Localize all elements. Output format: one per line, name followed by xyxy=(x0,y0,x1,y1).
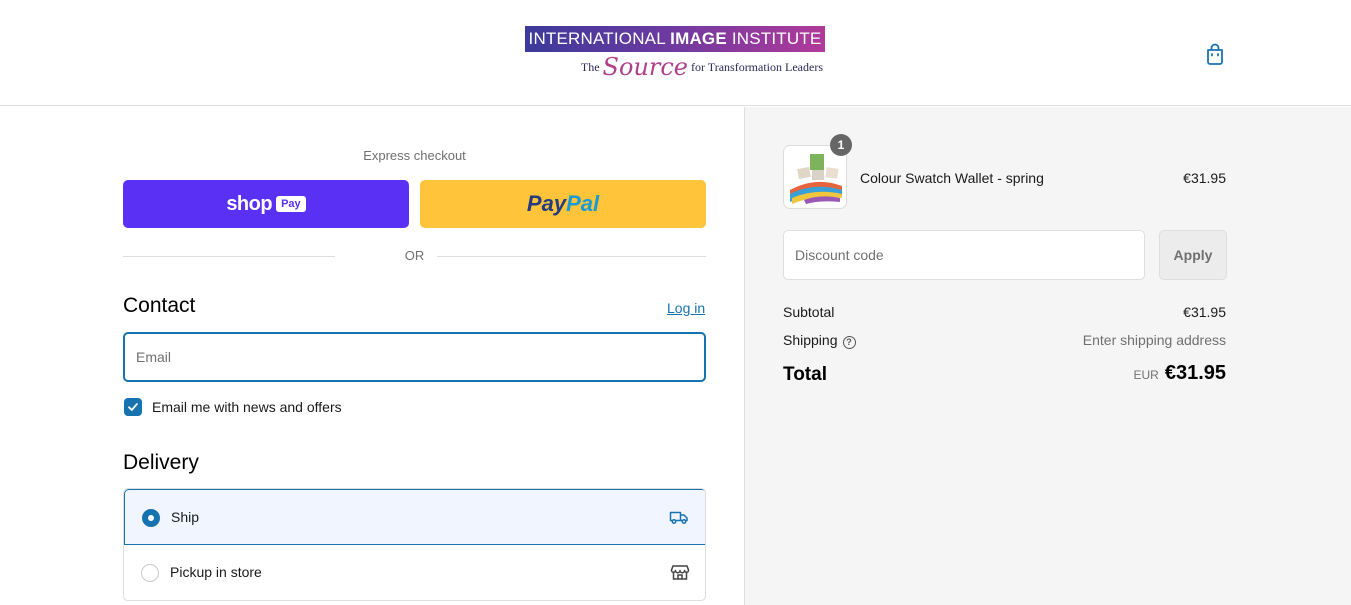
store-icon xyxy=(670,565,690,580)
contact-heading: Contact xyxy=(123,294,196,317)
total-value: €31.95 xyxy=(1164,362,1226,384)
delivery-option-pickup[interactable]: Pickup in store xyxy=(124,545,705,600)
apply-discount-button[interactable]: Apply xyxy=(1159,230,1227,280)
delivery-heading: Delivery xyxy=(123,451,199,474)
paypal-button[interactable]: Pay Pal xyxy=(420,180,706,228)
email-field[interactable] xyxy=(123,332,706,382)
shipping-label: Shipping xyxy=(783,332,838,348)
delivery-options: Ship Pickup in store xyxy=(123,488,706,601)
logo-title: INTERNATIONAL IMAGE INSTITUTE xyxy=(525,26,825,52)
total-label: Total xyxy=(783,364,827,385)
ship-label: Ship xyxy=(171,509,200,525)
paypal-wordmark-pal: Pal xyxy=(566,191,600,216)
shipping-row: Shipping? xyxy=(783,332,856,349)
quantity-badge: 1 xyxy=(830,134,852,156)
product-price: €31.95 xyxy=(1183,170,1226,186)
subtotal-label: Subtotal xyxy=(783,304,835,320)
total-currency: EUR xyxy=(1133,368,1159,382)
total-amount: EUR €31.95 xyxy=(1133,362,1226,385)
brand-logo[interactable]: INTERNATIONAL IMAGE INSTITUTE The Source… xyxy=(525,26,825,82)
newsletter-label: Email me with news and offers xyxy=(152,399,342,415)
help-icon[interactable]: ? xyxy=(842,336,856,349)
newsletter-checkbox[interactable] xyxy=(124,398,142,416)
header: INTERNATIONAL IMAGE INSTITUTE The Source… xyxy=(0,0,1351,106)
delivery-option-ship[interactable]: Ship xyxy=(124,489,705,545)
pickup-label: Pickup in store xyxy=(170,564,262,580)
checkmark-icon xyxy=(128,403,138,411)
shipping-value: Enter shipping address xyxy=(1082,332,1226,348)
shop-pay-button[interactable]: shop Pay xyxy=(123,180,409,228)
logo-tagline: The Source for Transformation Leaders xyxy=(580,53,823,81)
ship-radio[interactable] xyxy=(142,509,160,527)
shopping-bag-icon[interactable] xyxy=(1204,42,1226,66)
or-divider: OR xyxy=(123,248,706,264)
subtotal-value: €31.95 xyxy=(1183,304,1226,320)
login-link[interactable]: Log in xyxy=(667,300,705,316)
shop-pay-wordmark: shop xyxy=(226,192,273,215)
pickup-radio[interactable] xyxy=(141,564,159,582)
product-name: Colour Swatch Wallet - spring xyxy=(860,170,1044,186)
discount-code-field[interactable] xyxy=(783,230,1145,280)
shop-pay-badge: Pay xyxy=(276,196,306,212)
or-text: OR xyxy=(404,248,425,263)
express-checkout-label: Express checkout xyxy=(363,148,466,163)
truck-icon xyxy=(669,511,688,524)
paypal-wordmark-pay: Pay xyxy=(526,191,567,216)
